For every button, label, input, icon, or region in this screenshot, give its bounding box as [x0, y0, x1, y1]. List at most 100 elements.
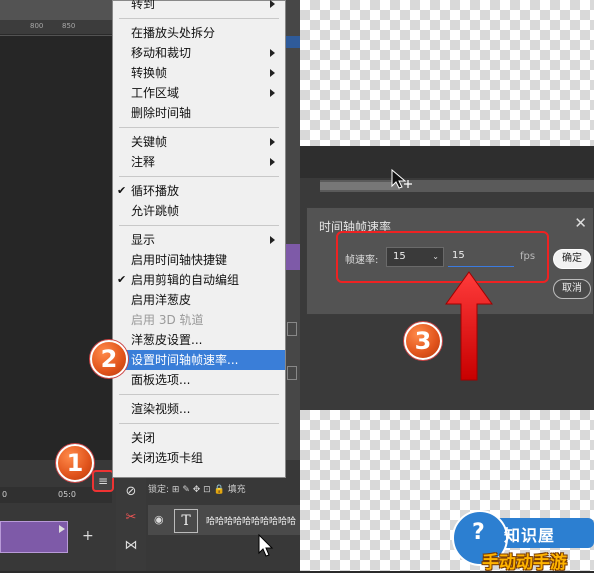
lock-pixels-icon[interactable]: ⊞ [172, 485, 182, 495]
menu-item-label: 工作区域 [131, 86, 180, 100]
text-layer-row[interactable]: ◉ T 哈哈哈哈哈哈哈哈哈哈 [148, 505, 300, 535]
timeline-tick: 05:0 [58, 490, 76, 499]
menu-separator [119, 423, 279, 424]
checkmark-icon: ✔ [117, 273, 127, 286]
step-badge-3: 3 [404, 322, 442, 360]
menu-item[interactable]: 转换帧 [113, 63, 285, 83]
close-icon[interactable]: ✕ [574, 214, 587, 232]
menu-item[interactable]: 关键帧 [113, 132, 285, 152]
scroll-handle[interactable] [287, 366, 297, 380]
menu-separator [119, 18, 279, 19]
menu-item-label: 删除时间轴 [131, 106, 192, 120]
lock-bar: 锁定: ⊞ ✎ ✥ ⊡ 🔒 填充 [148, 482, 300, 498]
menu-item[interactable]: 洋葱皮设置... [113, 330, 285, 350]
menu-item[interactable]: 渲染视频... [113, 399, 285, 419]
menu-item[interactable]: 启用洋葱皮 [113, 290, 285, 310]
frame-rate-select[interactable]: 15 ⌄ [386, 247, 444, 267]
menu-item[interactable]: ✔ 启用剪辑的自动编组 [113, 270, 285, 290]
submenu-arrow-icon [270, 89, 275, 97]
menu-item-label: 启用剪辑的自动编组 [131, 273, 240, 287]
panel-strip [286, 0, 300, 460]
menu-item-label: 洋葱皮设置... [131, 333, 203, 347]
menu-item-label: 移动和裁切 [131, 46, 192, 60]
submenu-arrow-icon [270, 69, 275, 77]
menu-item-label: 允许跳帧 [131, 204, 180, 218]
frame-rate-select-value: 15 [393, 251, 406, 262]
submenu-arrow-icon [270, 138, 275, 146]
scroll-handle[interactable] [287, 322, 297, 336]
layer-name: 哈哈哈哈哈哈哈哈哈哈 [206, 517, 297, 527]
text-layer-thumbnail: T [174, 509, 198, 533]
layer-tools: ⊘ ✂ ⋈ [116, 478, 146, 571]
video-clip[interactable] [0, 521, 68, 553]
menu-item-label: 设置时间轴帧速率... [131, 353, 239, 367]
menu-item-label: 在播放头处拆分 [131, 26, 216, 40]
timeline-menu-button[interactable]: ≡ [92, 470, 114, 492]
menu-item-label: 转到 [131, 0, 156, 11]
fill-label: 填充 [227, 485, 246, 495]
menu-item[interactable]: 启用时间轴快捷键 [113, 250, 285, 270]
menu-item-label: 启用 3D 轨道 [131, 313, 204, 327]
horizontal-ruler: 800 850 [0, 20, 112, 35]
add-media-icon[interactable]: + [82, 528, 94, 544]
menu-item[interactable]: 面板选项... [113, 370, 285, 390]
checkmark-icon: ✔ [117, 184, 127, 197]
submenu-arrow-icon [270, 236, 275, 244]
step-badge-2: 2 [90, 340, 128, 378]
menu-item[interactable]: 允许跳帧 [113, 201, 285, 221]
lock-position-icon[interactable]: ✥ [193, 485, 203, 495]
watermark: ? 知识屋 手动动手游 [452, 510, 594, 573]
lock-paint-icon[interactable]: ✎ [182, 485, 192, 495]
menu-item: 启用 3D 轨道 [113, 310, 285, 330]
menu-item-label: 渲染视频... [131, 402, 191, 416]
chevron-down-icon: ⌄ [432, 252, 439, 261]
move-cursor-icon [391, 168, 412, 189]
document-canvas[interactable] [0, 36, 112, 460]
step-badge-1: 1 [56, 444, 94, 482]
menu-item[interactable]: 删除时间轴 [113, 103, 285, 123]
menu-item[interactable]: 在播放头处拆分 [113, 23, 285, 43]
dialog-header-area [300, 146, 594, 178]
menu-item-label: 启用洋葱皮 [131, 293, 192, 307]
frame-rate-input-value: 15 [452, 250, 465, 261]
ruler-tick: 800 [30, 22, 44, 30]
menu-item-label: 面板选项... [131, 373, 191, 387]
menu-item[interactable]: 设置时间轴帧速率... [113, 350, 285, 370]
ok-button[interactable]: 确定 [553, 249, 591, 269]
menu-item[interactable]: 显示 [113, 230, 285, 250]
panel-tab-active [286, 36, 300, 48]
submenu-arrow-icon [270, 158, 275, 166]
menu-item[interactable]: 关闭选项卡组 [113, 448, 285, 468]
menu-item[interactable]: 工作区域 [113, 83, 285, 103]
menu-separator [119, 394, 279, 395]
ruler-tick: 850 [62, 22, 76, 30]
red-arrow-annotation [445, 271, 493, 381]
menu-item[interactable]: 移动和裁切 [113, 43, 285, 63]
lock-artboard-icon[interactable]: ⊡ [203, 485, 213, 495]
mouse-pointer-icon [258, 534, 274, 557]
menu-separator [119, 127, 279, 128]
menu-item[interactable]: 注释 [113, 152, 285, 172]
timeline-tick: 0 [2, 490, 8, 499]
menu-item-label: 关闭 [131, 431, 156, 445]
menu-item[interactable]: 关闭 [113, 428, 285, 448]
frame-rate-input[interactable]: 15 [448, 247, 514, 267]
menu-item[interactable]: 转到 [113, 0, 285, 14]
watermark-subtitle: 手动动手游 [482, 553, 567, 573]
submenu-arrow-icon [270, 0, 275, 8]
cancel-button[interactable]: 取消 [553, 279, 591, 299]
eye-icon[interactable]: ◉ [154, 513, 164, 526]
menu-item[interactable]: ✔ 循环播放 [113, 181, 285, 201]
no-symbol-icon[interactable]: ⊘ [122, 484, 140, 502]
menu-item-label: 循环播放 [131, 184, 180, 198]
menu-item-label: 显示 [131, 233, 156, 247]
scissors-icon[interactable]: ✂ [122, 510, 140, 528]
transition-icon[interactable]: ⋈ [122, 538, 140, 556]
track-clip-edge [286, 244, 300, 270]
scrollbar-thumb[interactable] [320, 182, 400, 190]
watermark-title: 知识屋 [504, 526, 556, 545]
submenu-arrow-icon [270, 49, 275, 57]
menu-separator [119, 225, 279, 226]
lock-all-icon[interactable]: 🔒 [214, 485, 228, 495]
menu-item-label: 注释 [131, 155, 156, 169]
